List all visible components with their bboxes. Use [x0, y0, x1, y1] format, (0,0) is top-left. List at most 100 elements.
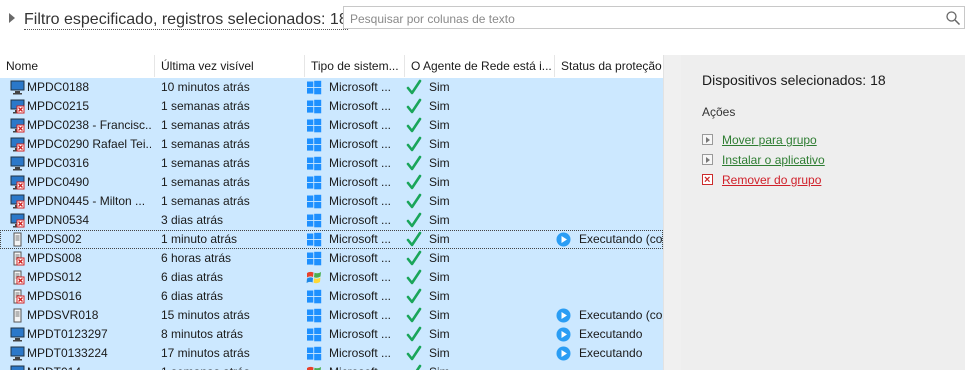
table-row[interactable]: MPDS012 6 dias atrás Microsoft ... Sim — [0, 268, 663, 287]
agent-installed: Sim — [429, 251, 450, 265]
action-label[interactable]: Instalar o aplicativo — [722, 152, 825, 168]
last-seen: 1 semanas atrás — [161, 175, 250, 189]
table-row[interactable]: MPDC0238 - Francisc... 1 semanas atrás Mic… — [0, 116, 663, 135]
filter-title[interactable]: Filtro especificado, registros seleciona… — [24, 11, 348, 30]
device-name: MPDT0133224 — [27, 346, 108, 360]
server-icon — [13, 308, 22, 323]
table-row[interactable]: MPDT0123297 8 minutos atrás Microsoft ... S… — [0, 325, 663, 344]
agent-installed: Sim — [429, 363, 549, 370]
vertical-scrollbar[interactable] — [663, 55, 681, 370]
checkmark-icon — [406, 250, 422, 266]
desktop-icon — [10, 346, 25, 361]
agent-installed: Sim — [429, 327, 450, 341]
table-header: Nome ⌃ Última vez visível Tipo de sistem… — [0, 55, 663, 77]
windows-classic-icon — [307, 366, 321, 370]
action-label[interactable]: Remover do grupo — [722, 172, 821, 188]
table-row[interactable]: MPDT014 1 semanas atrás Microsoft ... Sim — [0, 363, 663, 370]
actions-heading: Ações — [702, 105, 736, 119]
os-type: Microsoft ... — [329, 289, 392, 303]
last-seen: 1 minuto atrás — [161, 232, 238, 246]
device-name: MPDS016 — [27, 289, 82, 303]
os-type: Microsoft ... — [329, 156, 392, 170]
table-row[interactable]: MPDSVR018 15 minutos atrás Microsoft ... Si… — [0, 306, 663, 325]
checkmark-icon — [406, 269, 422, 285]
windows-modern-icon — [307, 251, 322, 266]
column-header-name[interactable]: Nome ⌃ — [0, 55, 155, 77]
agent-installed: Sim — [429, 194, 450, 208]
agent-installed: Sim — [429, 156, 450, 170]
os-type: Microsoft ... — [329, 194, 392, 208]
last-seen: 8 minutos atrás — [161, 327, 244, 341]
agent-installed: Sim — [429, 289, 450, 303]
os-type: Microsoft ... — [329, 308, 392, 322]
desktop-icon — [10, 365, 25, 370]
column-header-agent-installed[interactable]: O Agente de Rede está i... — [405, 55, 555, 77]
os-type: Microsoft ... — [329, 251, 392, 265]
table-row[interactable]: MPDC0316 1 semanas atrás Microsoft ... Sim — [0, 154, 663, 173]
column-header-protection-status[interactable]: Status da proteção — [555, 55, 663, 77]
checkmark-icon — [406, 174, 422, 190]
device-name: MPDC0490 — [27, 175, 90, 189]
table-row[interactable]: MPDS002 1 minuto atrás Microsoft ... Sim Exe… — [0, 230, 663, 249]
windows-modern-icon — [307, 99, 322, 114]
sort-ascending-icon: ⌃ — [75, 55, 84, 61]
last-seen: 1 semanas atrás — [161, 99, 250, 113]
last-seen: 1 semanas atrás — [161, 363, 301, 370]
checkmark-icon — [406, 307, 422, 323]
agent-installed: Sim — [429, 118, 450, 132]
search-input[interactable] — [348, 9, 932, 28]
expand-filter-icon[interactable] — [9, 13, 15, 23]
table-row[interactable]: MPDN0445 - Milton ... 1 semanas atrás Micr… — [0, 192, 663, 211]
device-name: MPDS012 — [27, 270, 82, 284]
last-seen: 1 semanas atrás — [161, 137, 250, 151]
device-name: MPDN0445 - Milton ... — [27, 194, 146, 208]
table-row[interactable]: MPDT0133224 17 minutos atrás Microsoft ...… — [0, 344, 663, 363]
play-small-icon — [702, 134, 713, 145]
last-seen: 10 minutos atrás — [161, 80, 250, 94]
checkmark-icon — [406, 98, 422, 114]
action-label[interactable]: Mover para grupo — [722, 132, 817, 148]
search-icon[interactable] — [945, 10, 961, 26]
table-row[interactable]: MPDC0490 1 semanas atrás Microsoft ... Sim — [0, 173, 663, 192]
running-status-icon — [556, 346, 571, 361]
agent-installed: Sim — [429, 175, 450, 189]
checkmark-icon — [406, 193, 422, 209]
checkmark-icon — [406, 345, 422, 361]
windows-modern-icon — [307, 308, 322, 323]
os-type: Microsoft ... — [329, 213, 392, 227]
table-row[interactable]: MPDS016 6 dias atrás Microsoft ... Sim — [0, 287, 663, 306]
checkmark-icon — [406, 117, 422, 133]
running-status-icon — [556, 232, 571, 247]
column-header-os-type[interactable]: Tipo de sistem... — [305, 55, 405, 77]
table-row[interactable]: MPDC0188 10 minutos atrás Microsoft ... Sim — [0, 78, 663, 97]
device-name: MPDN0534 — [27, 213, 90, 227]
column-header-last-seen[interactable]: Última vez visível — [155, 55, 305, 77]
table-row[interactable]: MPDN0534 3 dias atrás Microsoft ... Sim — [0, 211, 663, 230]
protection-status: Executando — [579, 346, 643, 360]
checkmark-icon — [406, 155, 422, 171]
desktop-icon — [10, 156, 25, 171]
os-type: Microsoft ... — [329, 346, 392, 360]
windows-classic-icon — [306, 271, 321, 284]
agent-installed: Sim — [429, 270, 450, 284]
device-name: MPDC0290 Rafael Tei... — [27, 137, 151, 151]
protection-status: Executando (co — [579, 308, 663, 322]
agent-installed: Sim — [429, 213, 450, 227]
search-box[interactable] — [343, 6, 965, 29]
os-type: Microsoft ... — [329, 327, 392, 341]
agent-installed: Sim — [429, 308, 450, 322]
agent-installed: Sim — [429, 346, 450, 360]
os-type: Microsoft ... — [329, 175, 392, 189]
device-name: MPDC0316 — [27, 156, 90, 170]
windows-modern-icon — [307, 346, 322, 361]
table-row[interactable]: MPDC0215 1 semanas atrás Microsoft ... Sim — [0, 97, 663, 116]
windows-modern-icon — [307, 327, 322, 342]
windows-modern-icon — [307, 175, 322, 190]
device-name: MPDS002 — [27, 232, 82, 246]
table-row[interactable]: MPDS008 6 horas atrás Microsoft ... Sim — [0, 249, 663, 268]
last-seen: 1 semanas atrás — [161, 194, 250, 208]
table-row[interactable]: MPDC0290 Rafael Tei... 1 semanas atrás Mic… — [0, 135, 663, 154]
agent-installed: Sim — [429, 80, 450, 94]
column-header-label: Nome — [6, 59, 39, 73]
agent-installed: Sim — [429, 137, 450, 151]
